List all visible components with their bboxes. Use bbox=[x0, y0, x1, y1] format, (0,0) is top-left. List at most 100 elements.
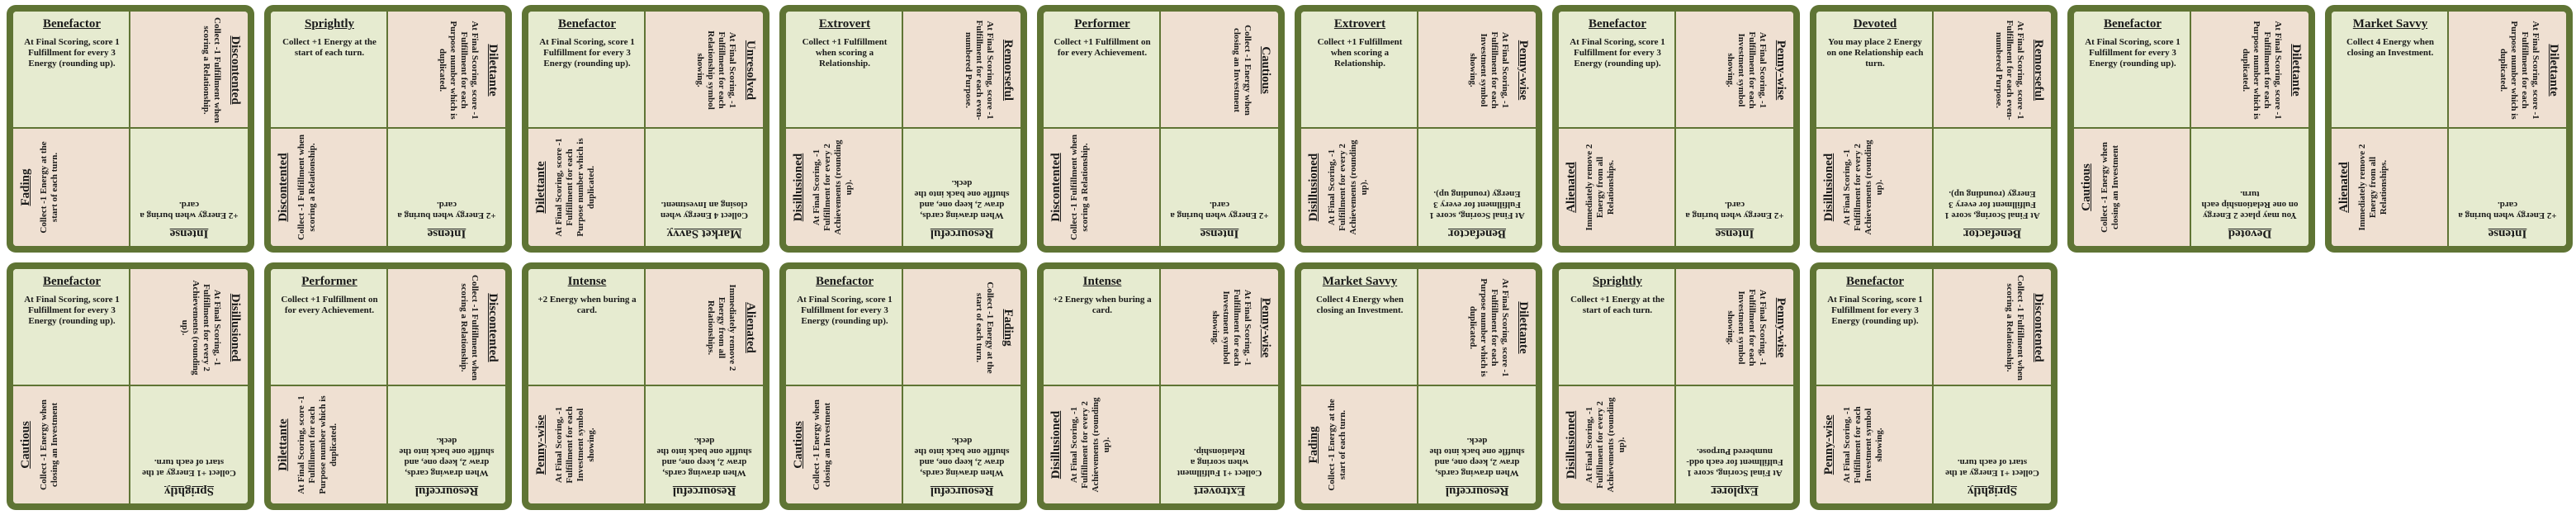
trait-title: Benefactor bbox=[1589, 17, 1646, 31]
trait-card[interactable]: Benefactor At Final Scoring, score 1 Fulf… bbox=[2067, 5, 2315, 253]
trait-card[interactable]: Market Savvy Collect 4 Energy when closin… bbox=[1295, 262, 1542, 510]
trait-content: Resourceful When drawing cards, draw 2, k… bbox=[388, 386, 505, 503]
trait-text: When drawing cards, draw 2, keep one, an… bbox=[399, 436, 495, 478]
trait-quadrant-bottom-right: Resourceful When drawing cards, draw 2, k… bbox=[646, 386, 763, 503]
trait-title: Benefactor bbox=[43, 275, 101, 288]
trait-quadrant-top-left: Performer Collect +1 Fulfillment on for e… bbox=[1044, 12, 1161, 129]
trait-content: Benefactor At Final Scoring, score 1 Fulf… bbox=[1934, 129, 2051, 246]
trait-content: Benefactor At Final Scoring, score 1 Fulf… bbox=[13, 269, 129, 385]
trait-title: Fading bbox=[1307, 426, 1320, 464]
trait-quadrant-bottom-right: Devoted You may place 2 Energy on one Rel… bbox=[2191, 129, 2308, 246]
trait-card[interactable]: Intense +2 Energy when buring a card. Alie… bbox=[522, 262, 769, 510]
trait-quadrant-bottom-left: Fading Collect -1 Energy at the start of … bbox=[1301, 386, 1418, 503]
trait-content: Fading Collect -1 Energy at the start of … bbox=[13, 129, 129, 246]
trait-card[interactable]: Benefactor At Final Scoring, score 1 Fulf… bbox=[7, 5, 254, 253]
trait-title: Extrovert bbox=[1193, 484, 1246, 498]
trait-content: Sprightly Collect +1 Energy at the start … bbox=[1934, 386, 2051, 503]
trait-content: Disillusioned At Final Scoring, -1 Fulfil… bbox=[130, 269, 248, 385]
trait-quadrant-bottom-left: Disillusioned At Final Scoring, -1 Fulfil… bbox=[1816, 129, 1934, 246]
trait-card[interactable]: Intense +2 Energy when buring a card. Penn… bbox=[1037, 262, 1285, 510]
trait-title: Performer bbox=[301, 275, 358, 288]
trait-text: Collect -1 Energy at the start of each t… bbox=[1327, 399, 1347, 491]
trait-card[interactable]: Extrovert Collect +1 Fulfillment when sco… bbox=[1295, 5, 1542, 253]
trait-content: Penny-wise At Final Scoring, -1 Fulfillme… bbox=[528, 386, 644, 503]
trait-content: Extrovert Collect +1 Fulfillment when sco… bbox=[1301, 12, 1417, 127]
trait-title: Alienated bbox=[744, 302, 757, 353]
card-face: Intense +2 Energy when buring a card. Penn… bbox=[1044, 269, 1278, 503]
trait-title: Penny-wise bbox=[1259, 297, 1272, 358]
trait-title: Penny-wise bbox=[1822, 414, 1835, 475]
trait-quadrant-bottom-right: Resourceful When drawing cards, draw 2, k… bbox=[1418, 386, 1536, 503]
trait-text: At Final Scoring, score -1 Fulfillment f… bbox=[554, 138, 596, 237]
trait-content: Resourceful When drawing cards, draw 2, k… bbox=[903, 386, 1020, 503]
trait-card[interactable]: Performer Collect +1 Fulfillment on for e… bbox=[1037, 5, 1285, 253]
trait-quadrant-bottom-left: Cautious Collect -1 Energy when closing a… bbox=[13, 386, 130, 503]
trait-text: Collect -1 Fulfillment when scoring a Re… bbox=[1069, 134, 1090, 240]
trait-quadrant-bottom-left: Fading Collect -1 Energy at the start of … bbox=[13, 129, 130, 246]
trait-quadrant-top-left: Sprightly Collect +1 Energy at the start … bbox=[271, 12, 388, 129]
trait-content: Explorer At Final Scoring, score 1 Fulfil… bbox=[1676, 386, 1793, 503]
trait-quadrant-bottom-left: Dilettante At Final Scoring, score -1 Ful… bbox=[528, 129, 646, 246]
trait-title: Penny-wise bbox=[534, 414, 547, 475]
trait-quadrant-top-right: Dilettante At Final Scoring, score -1 Ful… bbox=[388, 12, 505, 129]
trait-card[interactable]: Benefactor At Final Scoring, score 1 Fulf… bbox=[779, 262, 1027, 510]
trait-card[interactable]: Sprightly Collect +1 Energy at the start … bbox=[264, 5, 512, 253]
trait-text: At Final Scoring, score -1 Fulfillment f… bbox=[1994, 20, 2025, 120]
trait-content: Benefactor At Final Scoring, score 1 Fulf… bbox=[528, 12, 644, 127]
trait-card[interactable]: Benefactor At Final Scoring, score 1 Fulf… bbox=[1552, 5, 1800, 253]
trait-card[interactable]: Devoted You may place 2 Energy on one Rel… bbox=[1810, 5, 2057, 253]
trait-text: At Final Scoring, -1 Fulfillment for eve… bbox=[812, 139, 854, 235]
trait-quadrant-top-left: Benefactor At Final Scoring, score 1 Fulf… bbox=[13, 12, 130, 129]
trait-text: Collect 4 Energy when closing an Investm… bbox=[1315, 295, 1404, 315]
trait-text: Immediately remove 2 Energy from all Rel… bbox=[1584, 144, 1616, 231]
trait-content: Cautious Collect -1 Energy when closing a… bbox=[786, 386, 902, 503]
trait-quadrant-top-right: Discontented Collect -1 Fulfillment when … bbox=[130, 12, 248, 129]
trait-quadrant-top-right: Dilettante At Final Scoring, score -1 Ful… bbox=[1418, 269, 1536, 386]
trait-card[interactable]: Sprightly Collect +1 Energy at the start … bbox=[1552, 262, 1800, 510]
trait-card[interactable]: Benefactor At Final Scoring, score 1 Fulf… bbox=[1810, 262, 2057, 510]
trait-title: Cautious bbox=[19, 421, 32, 469]
trait-title: Alienated bbox=[2337, 162, 2351, 213]
trait-text: Collect -1 Fulfillment when scoring a Re… bbox=[296, 134, 317, 240]
trait-quadrant-top-left: Benefactor At Final Scoring, score 1 Fulf… bbox=[786, 269, 903, 386]
trait-quadrant-bottom-right: Intense +2 Energy when buring a card. bbox=[1161, 129, 1278, 246]
trait-title: Discontented bbox=[2032, 293, 2045, 362]
trait-title: Cautious bbox=[2080, 163, 2093, 211]
trait-content: Penny-wise At Final Scoring, -1 Fulfillme… bbox=[1676, 12, 1793, 127]
trait-text: Immediately remove 2 Energy from all Rel… bbox=[706, 284, 737, 371]
trait-quadrant-bottom-right: Resourceful When drawing cards, draw 2, k… bbox=[388, 386, 505, 503]
trait-title: Dilettante bbox=[1517, 301, 1530, 354]
trait-title: Benefactor bbox=[1448, 227, 1506, 240]
trait-quadrant-bottom-right: Explorer At Final Scoring, score 1 Fulfil… bbox=[1676, 386, 1793, 503]
trait-card[interactable]: Performer Collect +1 Fulfillment on for e… bbox=[264, 262, 512, 510]
trait-text: Collect +1 Energy at the start of each t… bbox=[1945, 457, 2039, 478]
trait-content: Sprightly Collect +1 Energy at the start … bbox=[130, 386, 248, 503]
trait-card[interactable]: Benefactor At Final Scoring, score 1 Fulf… bbox=[7, 262, 254, 510]
trait-quadrant-bottom-right: Benefactor At Final Scoring, score 1 Fulf… bbox=[1418, 129, 1536, 246]
trait-quadrant-top-right: Dilettante At Final Scoring, score -1 Ful… bbox=[2449, 12, 2566, 129]
trait-title: Devoted bbox=[1853, 17, 1897, 31]
trait-title: Dilettante bbox=[2547, 44, 2560, 97]
trait-content: Penny-wise At Final Scoring, -1 Fulfillme… bbox=[1816, 386, 1932, 503]
trait-card[interactable]: Benefactor At Final Scoring, score 1 Fulf… bbox=[522, 5, 769, 253]
trait-content: Extrovert Collect +1 Fulfillment when sco… bbox=[786, 12, 902, 127]
trait-content: Discontented Collect -1 Fulfillment when … bbox=[388, 269, 505, 385]
trait-quadrant-bottom-right: Intense +2 Energy when buring a card. bbox=[2449, 129, 2566, 246]
card-face: Performer Collect +1 Fulfillment on for e… bbox=[1044, 12, 1278, 246]
trait-quadrant-top-right: Remorseful At Final Scoring, score -1 Ful… bbox=[903, 12, 1020, 129]
trait-text: At Final Scoring, score -1 Fulfillment f… bbox=[964, 20, 995, 120]
trait-text: At Final Scoring, -1 Fulfillment for eac… bbox=[1726, 289, 1768, 366]
trait-title: Resourceful bbox=[672, 484, 736, 498]
trait-text: At Final Scoring, score 1 Fulfillment fo… bbox=[1827, 295, 1923, 326]
trait-content: Disillusioned At Final Scoring, -1 Fulfil… bbox=[1559, 386, 1674, 503]
trait-text: Collect +1 Energy at the start of each t… bbox=[142, 457, 236, 478]
trait-card[interactable]: Market Savvy Collect 4 Energy when closin… bbox=[2325, 5, 2573, 253]
trait-content: Dilettante At Final Scoring, score -1 Ful… bbox=[2191, 12, 2308, 127]
trait-quadrant-bottom-left: Disillusioned At Final Scoring, -1 Fulfil… bbox=[1301, 129, 1418, 246]
trait-content: Dilettante At Final Scoring, score -1 Ful… bbox=[528, 129, 644, 246]
trait-text: At Final Scoring, score -1 Fulfillment f… bbox=[438, 21, 480, 120]
trait-card[interactable]: Extrovert Collect +1 Fulfillment when sco… bbox=[779, 5, 1027, 253]
trait-quadrant-bottom-right: Intense +2 Energy when buring a card. bbox=[1676, 129, 1793, 246]
trait-text: At Final Scoring, score 1 Fulfillment fo… bbox=[539, 37, 635, 69]
trait-text: Collect -1 Energy when closing an Invest… bbox=[2100, 142, 2120, 233]
